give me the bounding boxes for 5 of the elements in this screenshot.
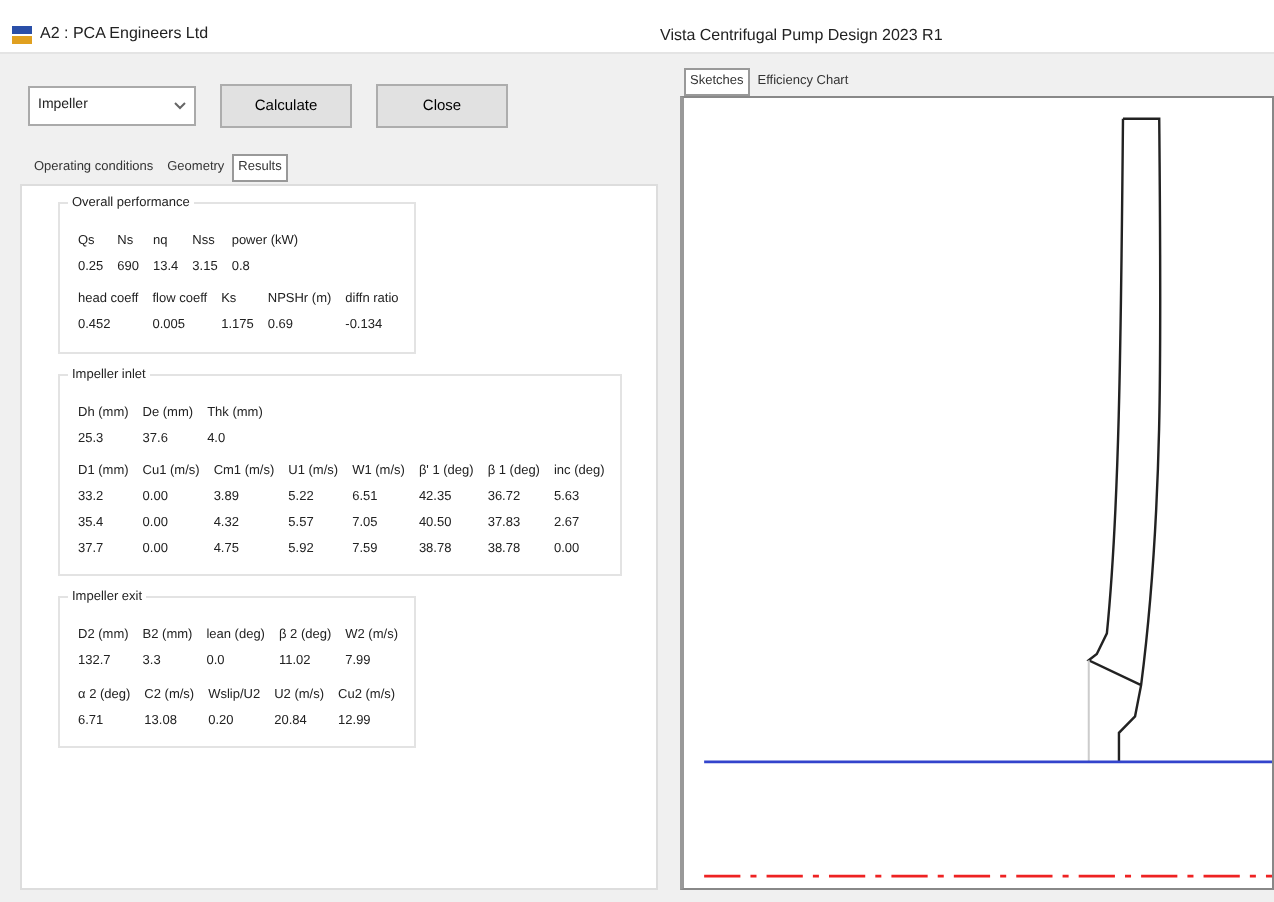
app-name: A2 : PCA Engineers Ltd <box>40 22 209 46</box>
caret-icon <box>174 102 186 110</box>
window-title: Vista Centrifugal Pump Design 2023 R1 <box>660 24 943 48</box>
app-icon <box>12 25 32 43</box>
reference-line <box>1087 659 1090 762</box>
